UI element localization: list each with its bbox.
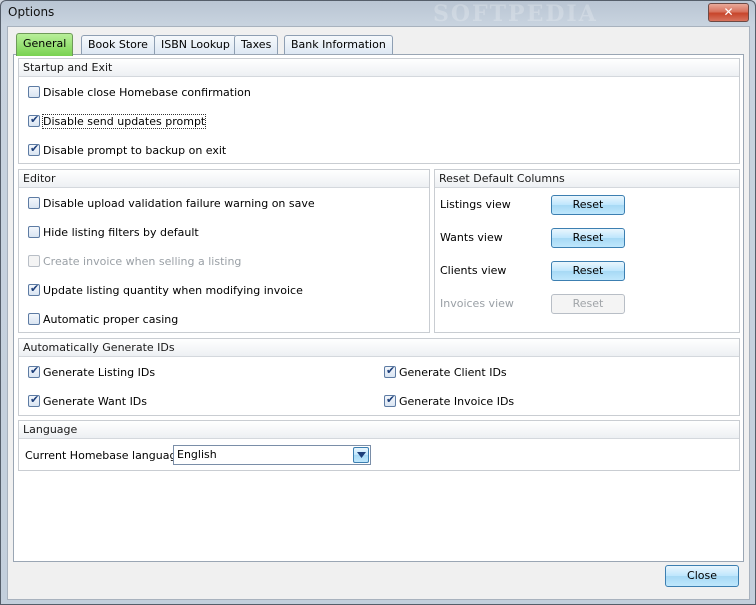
reset-label: Wants view: [440, 231, 503, 244]
group-language: Language Current Homebase language: Engl…: [18, 420, 740, 471]
checkbox-box[interactable]: [28, 113, 40, 127]
checkbox-box[interactable]: [28, 197, 40, 209]
checkbox-box[interactable]: [28, 364, 40, 378]
checkbox-label: Generate Want IDs: [43, 394, 148, 408]
reset-row-listings: Listings view Reset: [440, 195, 630, 215]
group-title: Automatically Generate IDs: [19, 339, 739, 357]
checkbox-box: [28, 255, 40, 267]
checkbox-box[interactable]: [384, 364, 396, 378]
checkbox-disable-upload-validation[interactable]: Disable upload validation failure warnin…: [28, 195, 315, 211]
group-reset-columns: Reset Default Columns Listings view Rese…: [434, 169, 740, 333]
close-icon: ✕: [723, 5, 734, 19]
tab-book-store[interactable]: Book Store: [81, 35, 155, 55]
close-button[interactable]: Close: [665, 565, 739, 587]
options-window: Options SOFTPEDIA ✕ General Book Store I…: [0, 0, 756, 605]
checkbox-label: Create invoice when selling a listing: [43, 254, 242, 268]
checkbox-label: Update listing quantity when modifying i…: [43, 283, 303, 297]
reset-row-wants: Wants view Reset: [440, 228, 630, 248]
checkbox-disable-close-confirmation[interactable]: Disable close Homebase confirmation: [28, 84, 251, 100]
checkbox-generate-invoice-ids[interactable]: Generate Invoice IDs: [384, 393, 514, 409]
language-select[interactable]: English: [173, 445, 371, 465]
reset-row-invoices: Invoices view Reset: [440, 294, 630, 314]
language-select-value: English: [177, 448, 217, 461]
window-title: Options: [8, 5, 55, 19]
checkbox-label: Generate Invoice IDs: [399, 394, 515, 408]
reset-listings-button[interactable]: Reset: [551, 195, 625, 215]
checkbox-disable-send-updates[interactable]: Disable send updates prompt: [28, 113, 207, 129]
tab-general[interactable]: General: [16, 33, 74, 56]
group-editor: Editor Disable upload validation failure…: [18, 169, 430, 333]
checkbox-label: Automatic proper casing: [43, 312, 179, 326]
window-close-button[interactable]: ✕: [708, 3, 749, 22]
checkbox-label: Disable upload validation failure warnin…: [43, 196, 315, 210]
checkbox-box[interactable]: [28, 226, 40, 238]
checkbox-create-invoice-disabled: Create invoice when selling a listing: [28, 253, 241, 269]
checkbox-label: Disable send updates prompt: [41, 113, 207, 129]
checkbox-box[interactable]: [384, 393, 396, 407]
checkbox-generate-client-ids[interactable]: Generate Client IDs: [384, 364, 507, 380]
checkbox-box[interactable]: [28, 313, 40, 325]
tab-bank-information[interactable]: Bank Information: [284, 35, 393, 55]
chevron-down-icon[interactable]: [353, 447, 369, 463]
tab-taxes[interactable]: Taxes: [234, 35, 279, 55]
reset-label: Listings view: [440, 198, 511, 211]
reset-label: Invoices view: [440, 297, 514, 310]
reset-wants-button[interactable]: Reset: [551, 228, 625, 248]
reset-row-clients: Clients view Reset: [440, 261, 630, 281]
checkbox-label: Disable prompt to backup on exit: [43, 143, 227, 157]
tab-page-general: Startup and Exit Disable close Homebase …: [13, 54, 744, 562]
checkbox-label: Disable close Homebase confirmation: [43, 85, 251, 99]
language-label: Current Homebase language:: [25, 449, 187, 462]
checkbox-box[interactable]: [28, 142, 40, 156]
checkbox-box[interactable]: [28, 86, 40, 98]
group-generate-ids: Automatically Generate IDs Generate List…: [18, 338, 740, 416]
reset-invoices-button: Reset: [551, 294, 625, 314]
checkbox-label: Generate Listing IDs: [43, 365, 156, 379]
checkbox-generate-want-ids[interactable]: Generate Want IDs: [28, 393, 147, 409]
group-title: Language: [19, 421, 739, 439]
checkbox-automatic-proper-casing[interactable]: Automatic proper casing: [28, 311, 178, 327]
group-title: Reset Default Columns: [435, 170, 739, 188]
checkbox-hide-listing-filters[interactable]: Hide listing filters by default: [28, 224, 199, 240]
group-title: Editor: [19, 170, 429, 188]
reset-label: Clients view: [440, 264, 507, 277]
checkbox-box[interactable]: [28, 393, 40, 407]
checkbox-box[interactable]: [28, 282, 40, 296]
watermark: SOFTPEDIA: [433, 1, 598, 27]
group-title: Startup and Exit: [19, 59, 739, 77]
checkbox-generate-listing-ids[interactable]: Generate Listing IDs: [28, 364, 155, 380]
reset-clients-button[interactable]: Reset: [551, 261, 625, 281]
checkbox-label: Generate Client IDs: [399, 365, 507, 379]
dialog-client: General Book Store ISBN Lookup Taxes Ban…: [7, 26, 750, 600]
tab-isbn-lookup[interactable]: ISBN Lookup: [154, 35, 237, 55]
group-startup-exit: Startup and Exit Disable close Homebase …: [18, 58, 740, 164]
checkbox-disable-backup-prompt[interactable]: Disable prompt to backup on exit: [28, 142, 226, 158]
checkbox-update-listing-quantity[interactable]: Update listing quantity when modifying i…: [28, 282, 303, 298]
title-bar[interactable]: Options SOFTPEDIA ✕: [1, 1, 755, 27]
checkbox-label: Hide listing filters by default: [43, 225, 199, 239]
